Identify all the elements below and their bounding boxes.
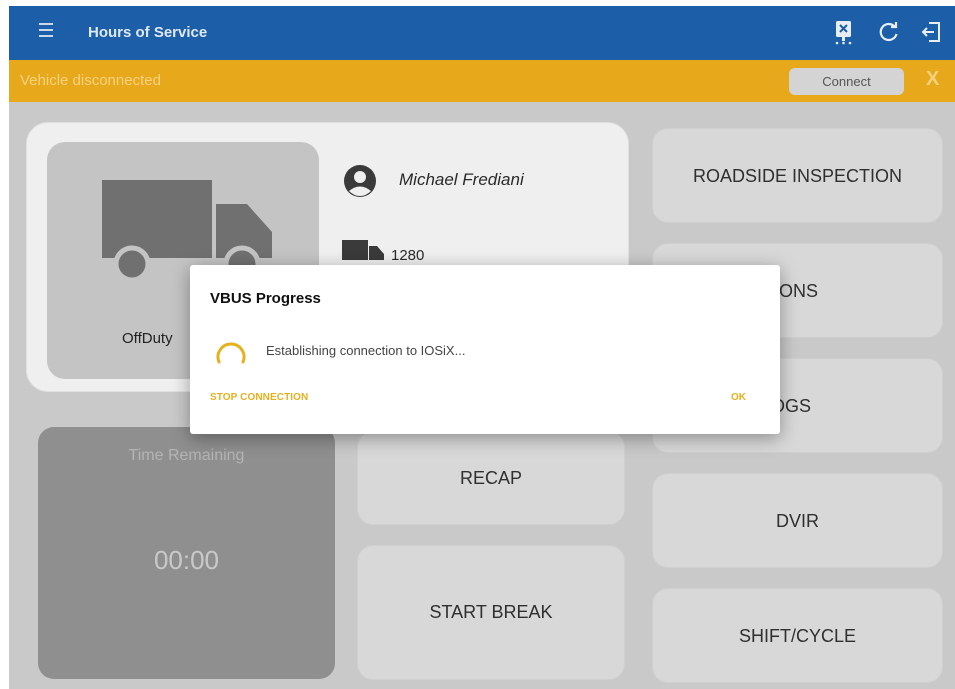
ok-button[interactable]: OK (731, 392, 746, 403)
stop-connection-button[interactable]: STOP CONNECTION (210, 392, 308, 403)
dialog-message: Establishing connection to IOSiX... (266, 343, 466, 358)
screen: Hours of Service Vehicle disconnected Co… (9, 6, 955, 689)
dialog-title: VBUS Progress (210, 290, 321, 307)
vbus-progress-dialog: VBUS Progress Establishing connection to… (190, 265, 780, 434)
loading-spinner-icon (216, 342, 246, 364)
